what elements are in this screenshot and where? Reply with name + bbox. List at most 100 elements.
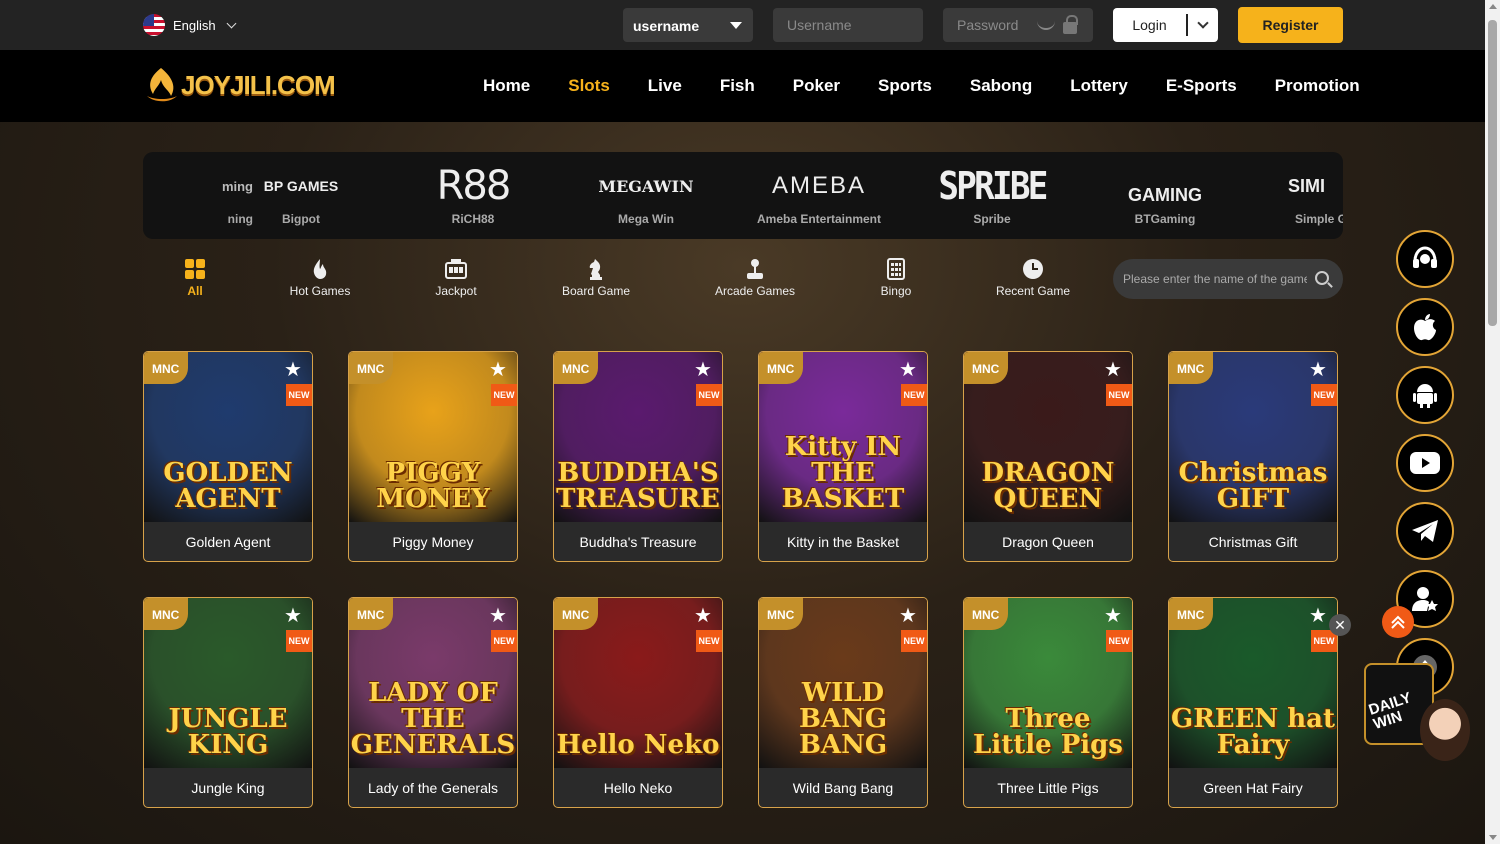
game-card[interactable]: BUDDHA'S TREASURE MNC ★ NEW Buddha's Treasur… — [553, 351, 723, 562]
nav-esports[interactable]: E-Sports — [1166, 76, 1237, 96]
category-board-game[interactable]: Board Game — [556, 258, 636, 298]
customer-service-button[interactable] — [1396, 230, 1454, 288]
game-card[interactable]: GOLDEN AGENT MNC ★ NEW Golden Agent — [143, 351, 313, 562]
provider-logo: MEGAWIN — [598, 176, 694, 196]
category-hot-games[interactable]: Hot Games — [280, 258, 360, 298]
nav-sabong[interactable]: Sabong — [970, 76, 1032, 96]
grid-icon — [175, 258, 215, 280]
joystick-icon — [710, 258, 800, 280]
login-dropdown-toggle[interactable] — [1188, 17, 1218, 29]
game-art-title: BUDDHA'S TREASURE — [556, 458, 720, 514]
game-art-title: DRAGON QUEEN — [981, 458, 1115, 514]
nav-promotion[interactable]: Promotion — [1275, 76, 1360, 96]
new-badge: NEW — [901, 384, 927, 406]
apple-icon — [1414, 314, 1436, 341]
game-name: Piggy Money — [392, 534, 474, 550]
ios-download-button[interactable] — [1396, 298, 1454, 356]
provider-item[interactable]: SPRIBE Spribe — [917, 152, 1067, 239]
category-jackpot[interactable]: Jackpot — [425, 258, 487, 298]
favorite-star-icon[interactable]: ★ — [897, 605, 919, 627]
language-label: English — [173, 17, 216, 33]
favorite-star-icon[interactable]: ★ — [487, 605, 509, 627]
provider-item[interactable]: MEGAWIN Mega Win — [571, 152, 721, 239]
new-badge: NEW — [901, 630, 927, 652]
daily-win-promo[interactable]: DAILY WIN — [1362, 655, 1470, 763]
login-label: Login — [1132, 17, 1167, 33]
scroll-up-button[interactable] — [1382, 606, 1414, 638]
double-chevron-up-icon — [1391, 615, 1405, 629]
category-recent-game[interactable]: Recent Game — [990, 258, 1076, 298]
favorite-star-icon[interactable]: ★ — [282, 605, 304, 627]
provider-badge: MNC — [759, 352, 803, 384]
game-card[interactable]: Three Little Pigs MNC ★ NEW Three Little Pig… — [963, 597, 1133, 808]
category-label: All — [187, 284, 203, 298]
nav-live[interactable]: Live — [648, 76, 682, 96]
nav-slots[interactable]: Slots — [568, 76, 610, 96]
search-icon[interactable] — [1315, 271, 1329, 285]
game-name: Lady of the Generals — [368, 780, 498, 796]
chevron-down-icon — [1197, 17, 1209, 29]
favorite-star-icon[interactable]: ★ — [487, 359, 509, 381]
game-search-input[interactable] — [1113, 259, 1343, 299]
favorite-star-icon[interactable]: ★ — [1307, 359, 1329, 381]
game-card[interactable]: Christmas GIFT MNC ★ NEW Christmas Gift — [1168, 351, 1338, 562]
favorite-star-icon[interactable]: ★ — [282, 359, 304, 381]
close-promo-button[interactable]: ✕ — [1329, 614, 1351, 636]
game-art-title: Christmas GIFT — [1178, 458, 1328, 514]
provider-logo: SPRIBE — [938, 164, 1048, 208]
favorite-star-icon[interactable]: ★ — [1307, 605, 1329, 627]
game-card[interactable]: Kitty IN THE BASKET MNC ★ NEW Kitty in the B… — [758, 351, 928, 562]
game-card[interactable]: WILD BANG BANG MNC ★ NEW Wild Bang Bang — [758, 597, 928, 808]
provider-item[interactable]: SIMI Simple G — [1253, 152, 1343, 239]
game-art-title: Kitty IN THE BASKET — [781, 432, 905, 514]
chevron-down-icon — [226, 18, 237, 28]
youtube-button[interactable] — [1396, 434, 1454, 492]
nav-poker[interactable]: Poker — [793, 76, 840, 96]
login-button[interactable]: Login — [1113, 8, 1218, 42]
category-arcade-games[interactable]: Arcade Games — [710, 258, 800, 298]
nav-lottery[interactable]: Lottery — [1070, 76, 1128, 96]
provider-item[interactable]: AMEBA Ameba Entertainment — [744, 152, 894, 239]
page-scrollbar[interactable] — [1485, 0, 1500, 844]
android-download-button[interactable] — [1396, 366, 1454, 424]
favorite-star-icon[interactable]: ★ — [692, 359, 714, 381]
telegram-button[interactable] — [1396, 502, 1454, 560]
favorite-star-icon[interactable]: ★ — [692, 605, 714, 627]
category-all[interactable]: All — [175, 258, 215, 298]
nav-sports[interactable]: Sports — [878, 76, 932, 96]
game-card[interactable]: PIGGY MONEY MNC ★ NEW Piggy Money — [348, 351, 518, 562]
provider-logo: AMEBA — [771, 172, 867, 199]
game-card[interactable]: GREEN hat Fairy MNC ★ NEW Green Hat Fairy — [1168, 597, 1338, 808]
game-card[interactable]: LADY OF THE GENERALS MNC ★ NEW Lady of the G… — [348, 597, 518, 808]
jackpot-icon — [425, 258, 487, 280]
language-selector[interactable]: English — [143, 14, 237, 36]
provider-badge: MNC — [144, 352, 188, 384]
category-bingo[interactable]: Bingo — [876, 258, 916, 298]
favorite-star-icon[interactable]: ★ — [1102, 605, 1124, 627]
login-type-select[interactable]: username — [623, 8, 753, 42]
game-card[interactable]: JUNGLE KING MNC ★ NEW Jungle King — [143, 597, 313, 808]
register-button[interactable]: Register — [1238, 7, 1343, 43]
scroll-up-arrow-icon[interactable] — [1489, 4, 1497, 9]
site-logo[interactable]: JOYJILI.COM — [143, 66, 336, 104]
provider-badge: MNC — [349, 598, 393, 630]
game-card[interactable]: Hello Neko MNC ★ NEW Hello Neko — [553, 597, 723, 808]
favorite-star-icon[interactable]: ★ — [897, 359, 919, 381]
provider-item[interactable]: GAMING BTGaming — [1090, 152, 1240, 239]
username-input[interactable] — [773, 8, 923, 42]
scrollbar-thumb[interactable] — [1488, 20, 1497, 326]
eye-closed-icon[interactable] — [1037, 20, 1055, 30]
headset-icon — [1413, 246, 1437, 268]
game-art-title: PIGGY MONEY — [376, 458, 490, 514]
provider-logo: R88 — [436, 163, 512, 209]
favorite-star-icon[interactable]: ★ — [1102, 359, 1124, 381]
game-card[interactable]: DRAGON QUEEN MNC ★ NEW Dragon Queen — [963, 351, 1133, 562]
bingo-card-icon — [876, 258, 916, 280]
provider-item[interactable]: BP GAMES Bigpot — [226, 152, 376, 239]
provider-item[interactable]: R88 RiCH88 — [398, 152, 548, 239]
nav-fish[interactable]: Fish — [720, 76, 755, 96]
scroll-down-arrow-icon[interactable] — [1489, 835, 1497, 840]
youtube-icon — [1410, 452, 1440, 474]
nav-home[interactable]: Home — [483, 76, 530, 96]
provider-logo: SIMI — [1288, 175, 1326, 196]
